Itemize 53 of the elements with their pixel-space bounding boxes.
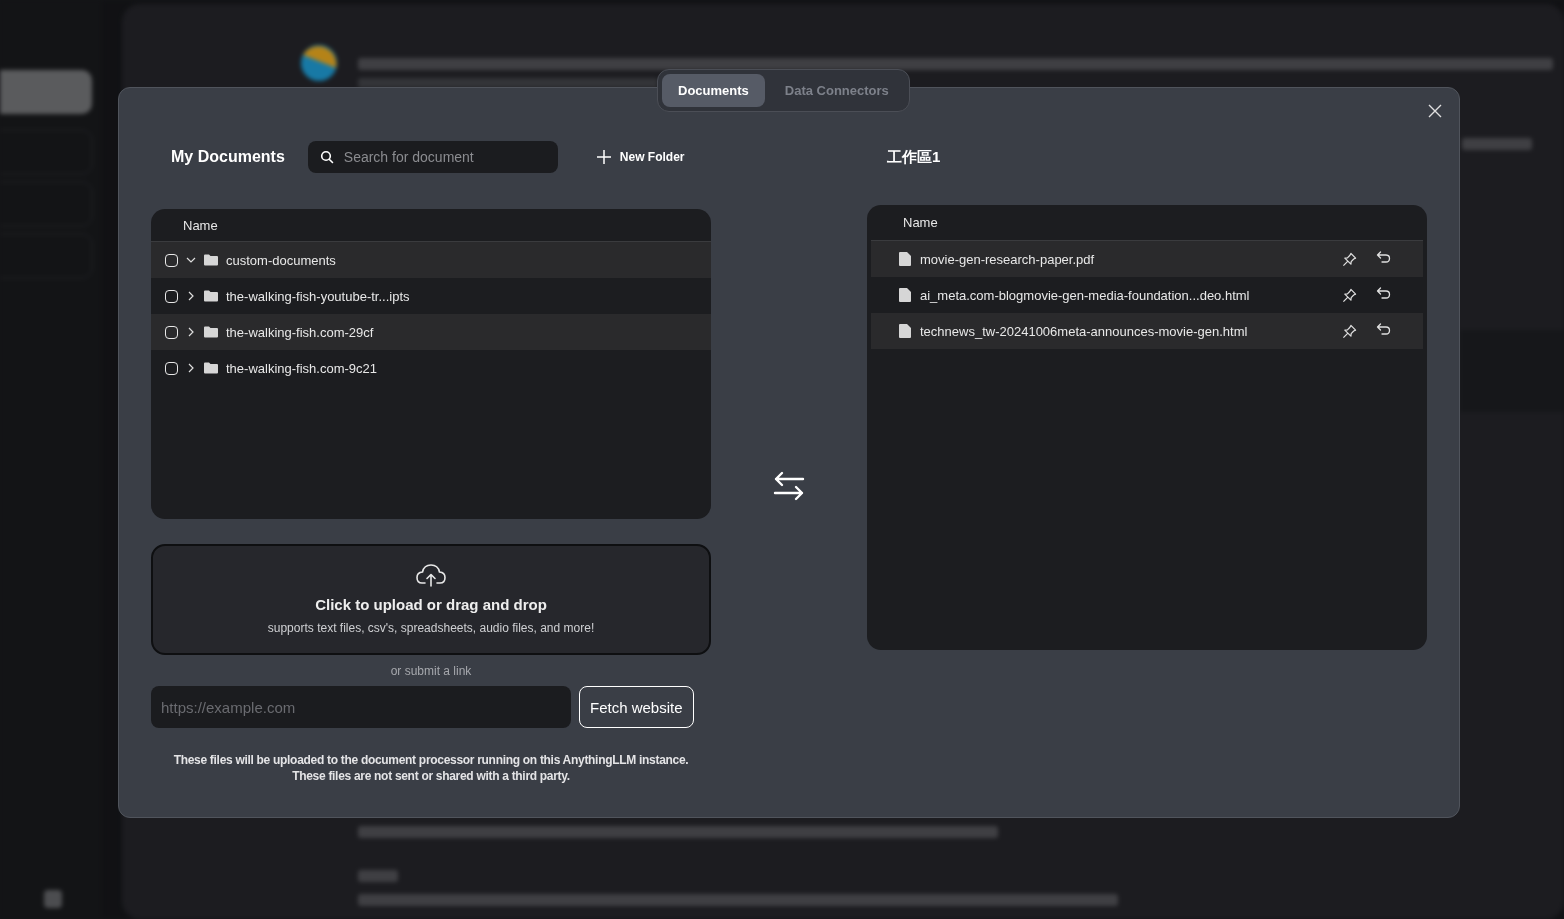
folder-row[interactable]: the-walking-fish.com-29cf [151, 314, 711, 350]
chevron-right-icon[interactable] [186, 363, 196, 373]
file-icon [899, 252, 911, 266]
file-icon [899, 324, 911, 338]
folder-row[interactable]: the-walking-fish-youtube-tr...ipts [151, 278, 711, 314]
undo-icon[interactable] [1376, 287, 1391, 299]
upload-title: Click to upload or drag and drop [315, 596, 547, 613]
search-icon [319, 150, 334, 164]
section-title: My Documents [171, 148, 285, 166]
url-field[interactable]: https://example.com [151, 686, 571, 728]
checkbox[interactable] [165, 289, 178, 303]
pin-icon[interactable] [1342, 323, 1357, 339]
folder-name[interactable]: the-walking-fish.com-9c21 [226, 360, 377, 376]
plus-icon [595, 149, 612, 165]
pin-icon[interactable] [1342, 287, 1357, 303]
chevron-right-icon[interactable] [186, 327, 196, 337]
folder-name[interactable]: custom-documents [226, 252, 336, 268]
file-name: movie-gen-research-paper.pdf [920, 251, 1096, 267]
folder-icon [204, 326, 218, 338]
file-row[interactable]: technews_tw-20241006meta-announces-movie-gen.html [871, 313, 1423, 349]
workspace-title: 工作區1 [887, 147, 941, 167]
folder-icon [204, 254, 218, 266]
file-row[interactable]: ai_meta.com-blogmovie-gen-media-foundation...deo.html [871, 277, 1423, 313]
chevron-down-icon[interactable] [186, 255, 196, 265]
undo-icon[interactable] [1376, 251, 1391, 263]
close-icon[interactable] [1428, 104, 1442, 118]
folder-row[interactable]: custom-documents [151, 242, 711, 278]
file-row[interactable]: movie-gen-research-paper.pdf [871, 241, 1423, 277]
cloud-upload-icon [415, 562, 447, 588]
folder-icon [204, 362, 218, 374]
privacy-note: These files will be uploaded to the document processor running on this AnythingLLM instance. [172, 752, 690, 768]
upload-dropzone[interactable]: Click to upload or drag and drop supports text files, csv's, spreadsheets, audio files, and more! [151, 544, 711, 655]
file-name: technews_tw-20241006meta-announces-movie-gen.html [920, 323, 1249, 339]
privacy-note: These files are not sent or shared with a third party. [291, 768, 571, 784]
file-name: ai_meta.com-blogmovie-gen-media-foundation...deo.html [920, 287, 1251, 303]
undo-icon[interactable] [1376, 323, 1391, 335]
pin-icon[interactable] [1342, 251, 1357, 267]
upload-hint: supports text files, csv's, spreadsheets, audio files, and more! [267, 621, 595, 635]
checkbox[interactable] [165, 325, 178, 339]
folder-row[interactable]: the-walking-fish.com-9c21 [151, 350, 711, 386]
fetch-website-button[interactable]: Fetch website [579, 686, 694, 728]
file-icon [899, 288, 911, 302]
chevron-right-icon[interactable] [186, 291, 196, 301]
folder-icon [204, 290, 218, 302]
new-folder-button[interactable]: New Folder [595, 149, 685, 165]
checkbox[interactable] [165, 361, 178, 375]
folder-name[interactable]: the-walking-fish.com-29cf [226, 324, 374, 340]
link-label: or submit a link [389, 664, 473, 678]
swap-arrows-icon[interactable] [773, 470, 805, 502]
folder-name[interactable]: the-walking-fish-youtube-tr...ipts [226, 288, 410, 304]
search-field[interactable]: Search for document [307, 141, 558, 173]
tab[interactable]: Documents [662, 74, 765, 107]
checkbox[interactable] [165, 253, 178, 267]
